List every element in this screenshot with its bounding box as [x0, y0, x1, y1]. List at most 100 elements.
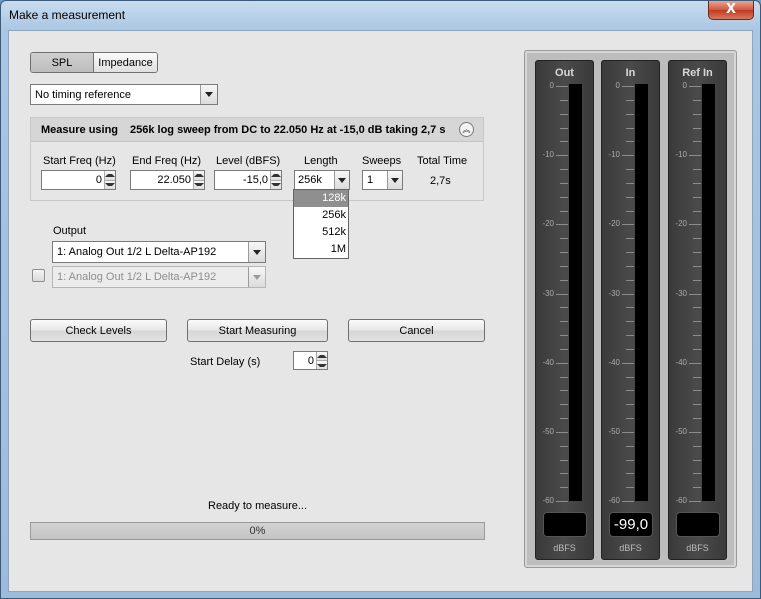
chevron-down-icon: [200, 85, 217, 104]
meter-tick: [693, 321, 701, 323]
meter-tick: [626, 169, 634, 170]
length-option-256k[interactable]: 256k: [294, 207, 348, 224]
meter-tick: [560, 265, 568, 267]
meter-tick: [626, 390, 634, 392]
meter-scale-label: -40: [542, 357, 554, 367]
output-select[interactable]: 1: Analog Out 1/2 L Delta-AP192: [52, 241, 266, 263]
meter-scale-label: -40: [608, 357, 620, 367]
start-freq-input[interactable]: 0: [41, 170, 116, 190]
meter-tick: [693, 127, 701, 129]
collapse-icon[interactable]: ︽: [459, 122, 474, 137]
increment-icon[interactable]: [271, 171, 281, 180]
decrement-icon[interactable]: [105, 179, 115, 189]
start-measuring-button[interactable]: Start Measuring: [187, 319, 328, 342]
decrement-icon[interactable]: [271, 179, 281, 189]
meter-tick: [560, 252, 568, 253]
meter-tick: [560, 348, 568, 350]
meter-scale-label: -60: [675, 496, 687, 505]
secondary-output-checkbox[interactable]: [32, 269, 45, 282]
sweeps-select[interactable]: 1: [362, 170, 403, 190]
meter-tick: [560, 376, 568, 378]
cancel-button[interactable]: Cancel: [348, 319, 485, 342]
length-option-1m[interactable]: 1M: [294, 241, 348, 258]
meter-tick: [626, 376, 634, 378]
tab-spl[interactable]: SPL: [31, 53, 94, 72]
timing-reference-value: No timing reference: [35, 88, 131, 101]
total-time-value: 2,7s: [430, 175, 451, 187]
meter-tick: [626, 182, 634, 184]
meter-tick: [560, 473, 568, 475]
meter-tick: [693, 404, 701, 406]
length-option-512k[interactable]: 512k: [294, 224, 348, 241]
meter-tick: [693, 238, 701, 240]
meter-bar: [702, 84, 715, 501]
meter-readout: [676, 512, 720, 537]
meter-tick: [693, 182, 701, 184]
meter-scale-label: -60: [542, 496, 554, 505]
meter-tick: [556, 362, 568, 364]
meter-tick: [560, 418, 568, 419]
meter-unit: dBFS: [686, 543, 709, 553]
meter-scale-label: -20: [608, 219, 620, 229]
meter-tick: [560, 113, 568, 115]
level-input[interactable]: -15,0: [214, 170, 282, 190]
increment-icon[interactable]: [194, 171, 204, 180]
meter-tick: [560, 321, 568, 323]
meter-tick: [693, 210, 701, 212]
meter-tick: [689, 155, 701, 157]
increment-icon[interactable]: [105, 171, 115, 180]
meter-tick: [560, 390, 568, 392]
end-freq-label: End Freq (Hz): [132, 155, 202, 167]
meter-tick: [693, 376, 701, 378]
meter-unit: dBFS: [619, 543, 642, 553]
start-freq-value: 0: [95, 174, 102, 186]
start-delay-label: Start Delay (s): [190, 356, 261, 368]
meter-tick: [560, 459, 568, 461]
meter-tick: [560, 127, 568, 129]
meter-tick: [560, 99, 568, 101]
decrement-icon[interactable]: [194, 179, 204, 189]
increment-icon[interactable]: [317, 352, 327, 360]
meter-tick: [560, 210, 568, 212]
length-option-128k[interactable]: 128k: [294, 190, 348, 207]
meter-tick: [626, 113, 634, 115]
output-label: Output: [53, 225, 87, 237]
meter-tick: [626, 335, 634, 336]
meter-tick: [693, 169, 701, 170]
meter-tick: [560, 182, 568, 184]
end-freq-input[interactable]: 22.050: [130, 170, 205, 190]
meter-bar: [635, 84, 648, 501]
length-select[interactable]: 256k: [294, 170, 350, 190]
meter-tick: [689, 224, 701, 226]
timing-reference-select[interactable]: No timing reference: [30, 84, 218, 105]
meter-scale-label: -30: [675, 288, 687, 298]
meter-scale-label: -20: [542, 219, 554, 229]
meter-bar: [569, 84, 582, 501]
meter-title: In: [625, 67, 636, 79]
meter-tick: [622, 224, 634, 226]
meter-tick: [626, 265, 634, 267]
meter-tick: [689, 86, 701, 87]
window-title: Make a measurement: [9, 8, 126, 22]
meter-tick: [560, 445, 568, 447]
level-label: Level (dBFS): [216, 155, 281, 167]
tab-impedance[interactable]: Impedance: [94, 53, 157, 72]
meter-tick: [626, 279, 634, 281]
level-value: -15,0: [242, 174, 268, 186]
meter-tick: [693, 487, 701, 489]
meter-scale-label: -50: [675, 426, 687, 436]
check-levels-button[interactable]: Check Levels: [30, 319, 167, 342]
length-label: Length: [304, 155, 338, 167]
close-button[interactable]: X: [708, 1, 754, 20]
decrement-icon[interactable]: [317, 360, 327, 369]
meter-tick: [693, 445, 701, 447]
meter-tick: [622, 431, 634, 433]
meter-tick: [556, 293, 568, 295]
mode-selector: SPL Impedance: [30, 52, 158, 73]
meter-tick: [693, 196, 701, 198]
level-meter: Ref In 0 -10 -20 -30 -40 -50 -60 dBFS: [668, 60, 727, 560]
meter-tick: [556, 86, 568, 87]
meter-tick: [560, 141, 568, 143]
start-delay-input[interactable]: 0: [293, 351, 328, 370]
meter-tick: [626, 252, 634, 253]
